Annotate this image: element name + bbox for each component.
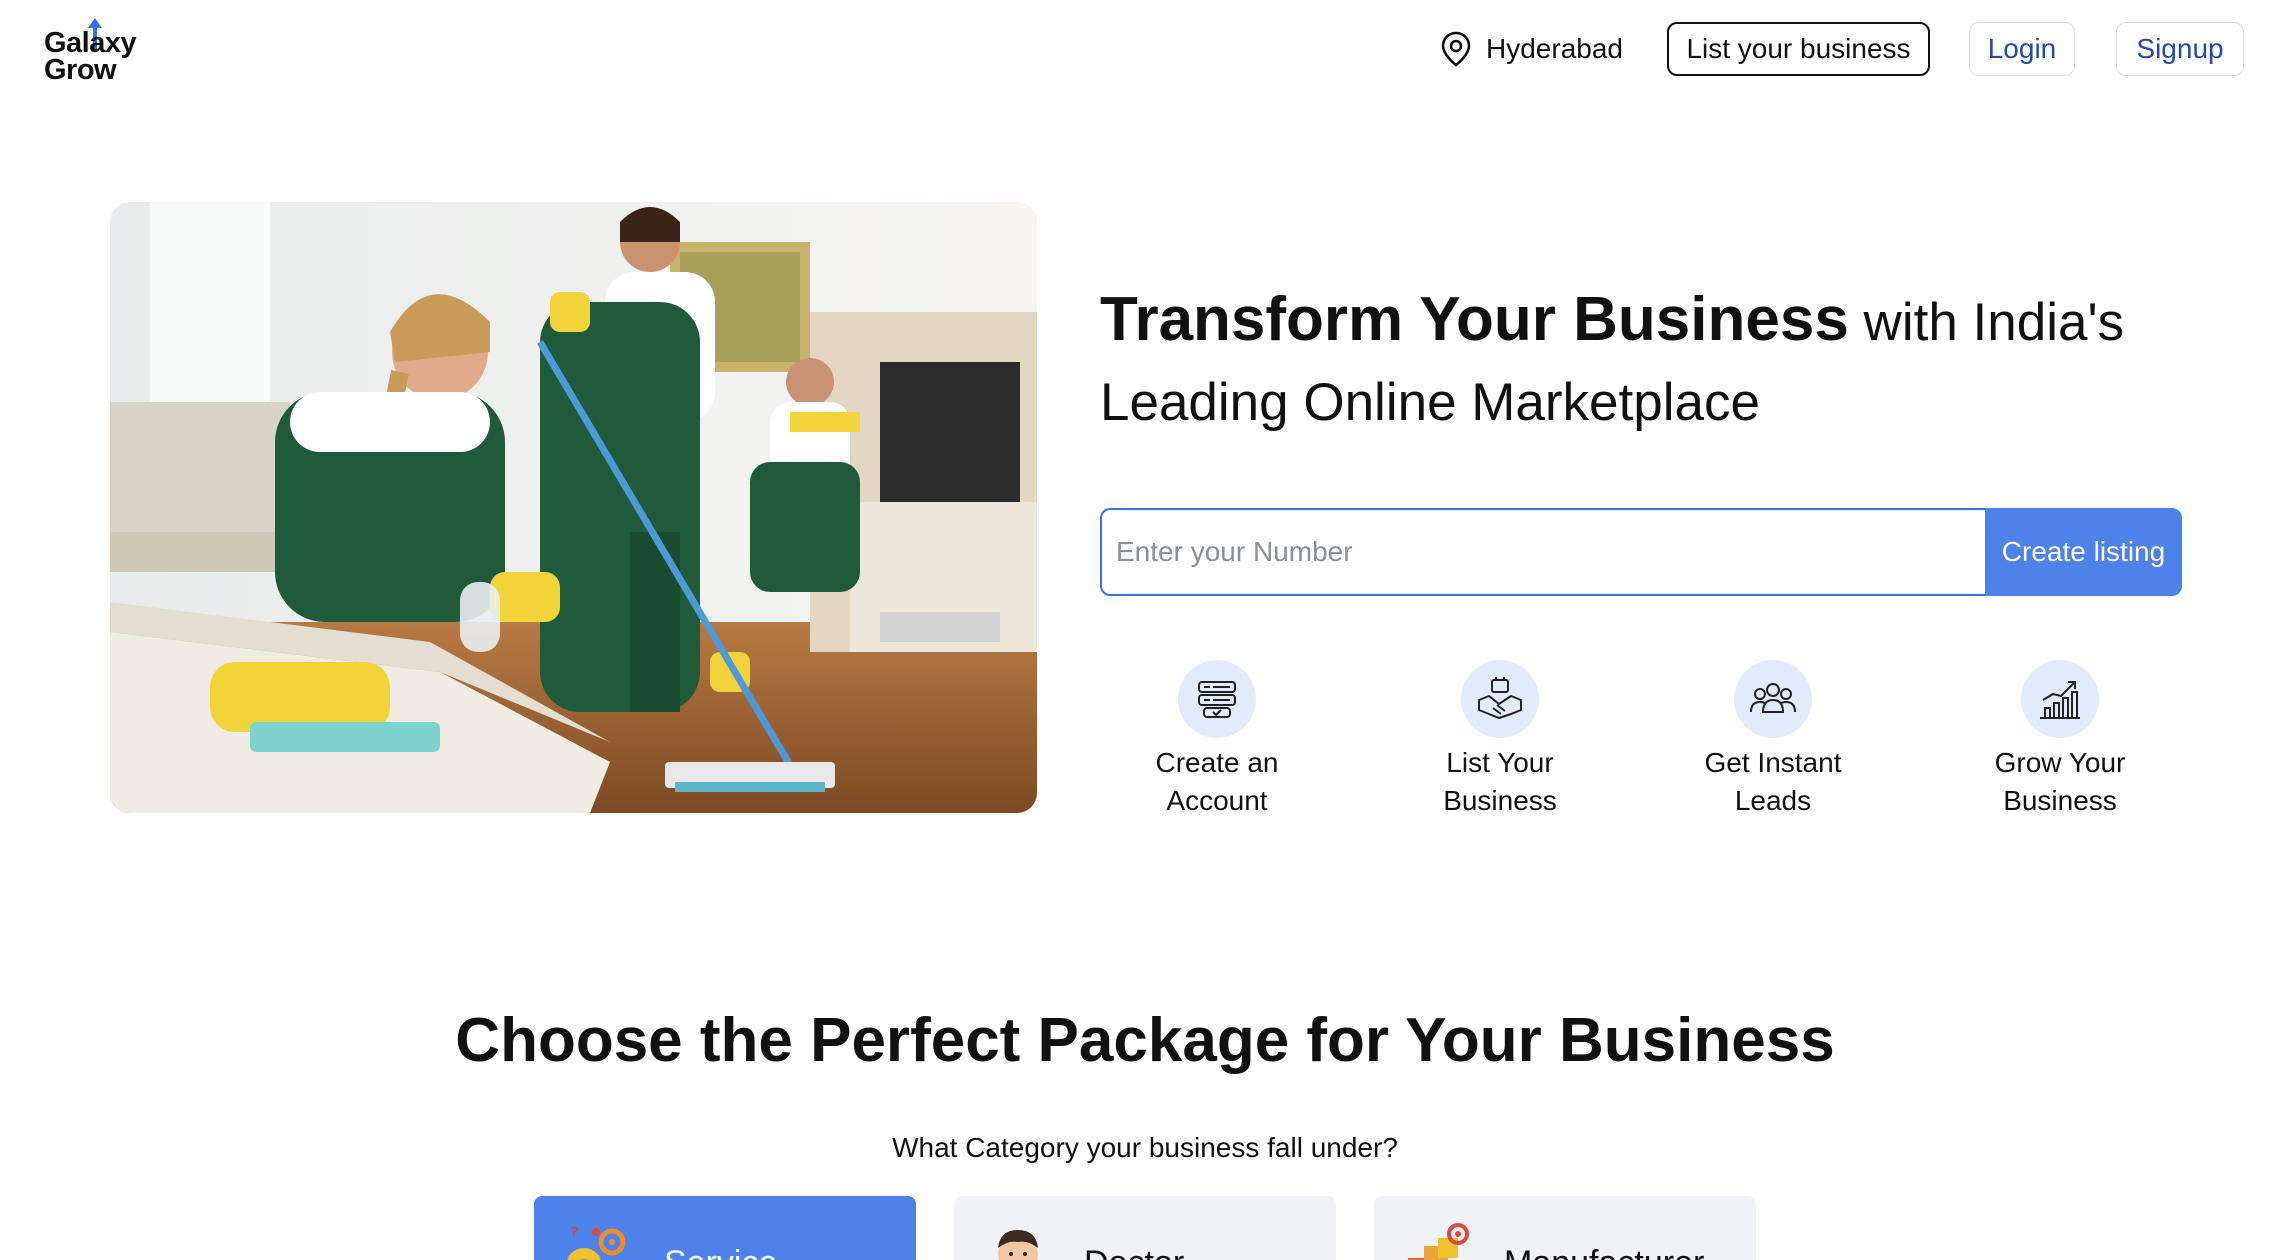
- hero-carousel-image: [110, 202, 1037, 813]
- category-card-manufacturer[interactable]: Manufacturer: [1374, 1196, 1756, 1260]
- step-label: Get Instant Leads: [1704, 747, 1842, 816]
- location-pin-icon: [1441, 31, 1471, 67]
- location-selector[interactable]: Hyderabad: [1440, 28, 1623, 70]
- manufacturer-boxes-icon: [1408, 1223, 1469, 1260]
- step-grow-business: Grow Your Business: [1945, 660, 2175, 820]
- people-group-icon: [1734, 660, 1812, 738]
- phone-number-input[interactable]: [1100, 508, 1986, 596]
- packages-title: Choose the Perfect Package for Your Busi…: [455, 1006, 1835, 1075]
- hero-headline-bold: Transform Your Business: [1100, 285, 1849, 354]
- step-label: List Your Business: [1443, 747, 1557, 816]
- category-label: Service: [664, 1244, 777, 1260]
- category-card-service[interactable]: ? Service: [534, 1196, 916, 1260]
- hero-headline: Transform Your Business with India's Lea…: [1100, 280, 2200, 443]
- step-label: Create an Account: [1155, 747, 1279, 816]
- list-your-business-button[interactable]: List your business: [1667, 22, 1930, 76]
- cleaning-team-photo: [110, 202, 1037, 813]
- handshake-briefcase-icon: [1461, 660, 1539, 738]
- galaxy-grow-logo[interactable]: Galaxy Grow: [44, 18, 154, 86]
- login-button[interactable]: Login: [1969, 22, 2075, 76]
- location-label: Hyderabad: [1486, 33, 1623, 64]
- doctor-avatar-icon: [998, 1230, 1038, 1260]
- account-card-icon: [1178, 660, 1256, 738]
- step-create-account: Create an Account: [1102, 660, 1332, 820]
- category-label: Doctor: [1084, 1244, 1184, 1260]
- category-card-doctor[interactable]: Doctor: [954, 1196, 1336, 1260]
- signup-button[interactable]: Signup: [2116, 22, 2244, 76]
- step-label: Grow Your Business: [1994, 747, 2126, 816]
- category-label: Manufacturer: [1504, 1244, 1704, 1260]
- create-listing-button[interactable]: Create listing: [1985, 508, 2182, 596]
- growth-chart-icon: [2021, 660, 2099, 738]
- step-instant-leads: Get Instant Leads: [1658, 660, 1888, 820]
- step-list-business: List Your Business: [1385, 660, 1615, 820]
- service-gears-icon: ?: [567, 1223, 626, 1260]
- svg-text:?: ?: [570, 1223, 579, 1239]
- logo-text-line2: Grow: [44, 54, 117, 86]
- packages-subtitle: What Category your business fall under?: [892, 1132, 1398, 1163]
